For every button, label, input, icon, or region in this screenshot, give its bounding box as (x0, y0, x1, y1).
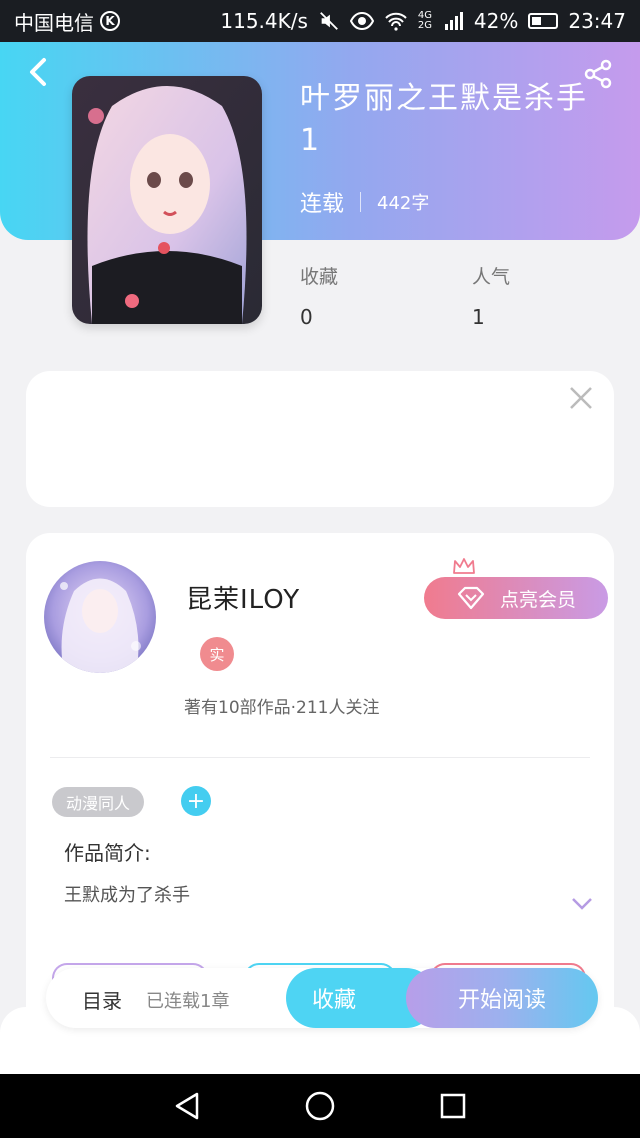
chevron-down-icon[interactable] (570, 895, 594, 911)
nav-recents-icon (441, 1093, 466, 1119)
vip-button[interactable]: 点亮会员 (424, 577, 608, 619)
mute-icon (320, 12, 338, 30)
avatar[interactable] (44, 561, 156, 673)
system-nav-bar (0, 1074, 640, 1138)
toc-button[interactable]: 目录 (82, 985, 122, 1014)
author-name[interactable]: 昆茉ILOY (186, 579, 300, 616)
clock: 23:47 (568, 9, 626, 33)
book-title: 叶罗丽之王默是杀手1 (300, 81, 588, 158)
carrier-badge: K (100, 11, 120, 31)
add-tag-button[interactable]: + (181, 786, 211, 816)
serial-status: 连载 (300, 192, 345, 217)
status-bar: 中国电信 K 115.4K/s 4G 2G 42% 23:47 (0, 0, 640, 42)
wifi-icon (385, 12, 407, 31)
start-reading-label: 开始阅读 (457, 988, 546, 1013)
nav-back-button[interactable] (167, 1086, 207, 1126)
back-icon (30, 58, 46, 86)
eye-icon (349, 11, 374, 31)
battery-icon (528, 13, 559, 29)
nav-home-icon (305, 1091, 335, 1121)
genre-tag[interactable]: 动漫同人 (52, 787, 145, 817)
stat-popularity: 人气 1 (472, 262, 510, 329)
book-meta: 连载 442字 (300, 186, 429, 218)
word-count: 442字 (377, 193, 430, 214)
author-stats: 著有10部作品·211人关注 (184, 698, 380, 718)
stat-value: 1 (472, 305, 485, 329)
diamond-icon (457, 586, 485, 610)
stat-value: 0 (300, 305, 313, 329)
start-reading-button[interactable]: 开始阅读 (406, 968, 598, 1028)
ad-card (26, 371, 614, 507)
stat-favorites: 收藏 0 (300, 262, 338, 329)
vip-label: 点亮会员 (499, 588, 576, 611)
nav-back-icon (175, 1092, 198, 1120)
favorite-label: 收藏 (312, 988, 357, 1013)
meta-divider (360, 192, 362, 212)
close-icon[interactable] (568, 385, 594, 411)
verified-badge: 实 (200, 637, 234, 671)
network-type: 4G 2G (417, 10, 433, 31)
stat-label: 人气 (472, 266, 511, 288)
chapter-count: 已连载1章 (146, 991, 230, 1012)
carrier-label: 中国电信 (14, 10, 94, 35)
divider (50, 757, 590, 758)
book-cover[interactable] (72, 76, 262, 324)
network-speed: 115.4K/s (220, 9, 308, 33)
back-button[interactable] (22, 54, 54, 90)
battery-percent: 42% (473, 9, 519, 33)
stat-label: 收藏 (300, 266, 339, 288)
intro-text: 王默成为了杀手 (64, 885, 190, 906)
signal-icon (444, 12, 463, 30)
nav-recents-button[interactable] (433, 1086, 473, 1126)
crown-icon (453, 558, 475, 574)
nav-home-button[interactable] (300, 1086, 340, 1126)
intro-label: 作品简介: (64, 841, 151, 865)
